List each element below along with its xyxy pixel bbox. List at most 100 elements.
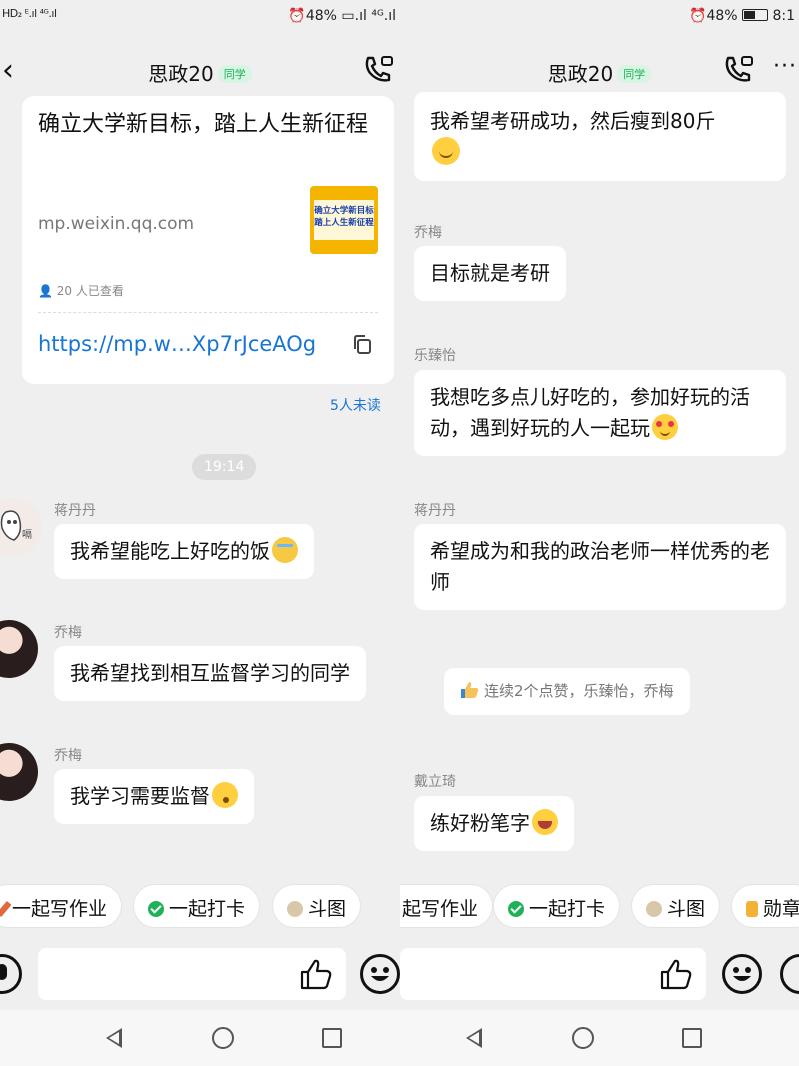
message-text: 我学习需要监督 xyxy=(70,784,210,808)
thumbs-up-icon[interactable] xyxy=(658,957,694,995)
nav-back-icon[interactable] xyxy=(466,1028,482,1048)
link-card-domain: mp.weixin.qq.com xyxy=(38,214,195,234)
message-bubble[interactable]: 希望成为和我的政治老师一样优秀的老师 xyxy=(414,524,786,610)
chip-label: 一起打卡 xyxy=(169,898,246,920)
message-sender: 蒋丹丹 xyxy=(54,503,96,519)
crying-emoji-icon xyxy=(272,537,298,563)
quick-action-medal[interactable]: 勋章 xyxy=(731,884,799,928)
quick-action-homework[interactable]: 一起写作业 xyxy=(0,884,123,928)
sticker-icon xyxy=(287,901,303,917)
message-sender: 蒋丹丹 xyxy=(414,503,456,519)
love-emoji-icon xyxy=(652,414,678,440)
link-card-views: 👤 20 人已查看 xyxy=(38,282,124,299)
chip-label: 勋章 xyxy=(763,898,799,920)
emoji-icon[interactable] xyxy=(722,954,762,994)
chip-label: 起写作业 xyxy=(402,898,479,920)
sticker-icon xyxy=(646,901,662,917)
person-icon: 👤 xyxy=(38,284,53,298)
message-sender: 乔梅 xyxy=(414,225,442,241)
thumbs-up-icon xyxy=(460,681,480,703)
right-chat-panel: ⏰48% 8:1 思政20 同学 ··· 我希望考研成功，然后瘦到80斤 乔梅 目… xyxy=(400,0,799,1066)
message-bubble[interactable]: 练好粉笔字 xyxy=(414,796,574,851)
copy-icon[interactable] xyxy=(352,334,374,360)
voice-icon[interactable] xyxy=(0,954,22,994)
quick-actions-bar: 一起写作业 一起打卡 斗图 xyxy=(0,876,400,938)
thumbs-up-icon[interactable] xyxy=(298,957,334,995)
emoji-icon[interactable] xyxy=(360,954,400,994)
link-url[interactable]: https://mp.w…Xp7rJceAOg xyxy=(38,332,316,356)
message-text: 目标就是考研 xyxy=(430,261,550,285)
status-bar: ⏰48% 8:1 xyxy=(400,0,799,32)
time-divider: 19:14 xyxy=(192,454,257,480)
link-card-title: 确立大学新目标，踏上人生新征程 xyxy=(38,112,369,137)
link-card[interactable]: 确立大学新目标，踏上人生新征程 mp.weixin.qq.com 确立大学新目标… xyxy=(22,96,394,384)
message-bubble[interactable]: 我希望找到相互监督学习的同学 xyxy=(54,646,366,701)
group-name: 思政20 xyxy=(148,62,214,86)
chat-title: 思政20 同学 xyxy=(0,58,400,87)
message-text: 我希望找到相互监督学习的同学 xyxy=(70,661,350,685)
message-sender: 乐臻怡 xyxy=(414,348,456,364)
phone-call-icon[interactable] xyxy=(362,54,396,90)
quick-actions-bar: 起写作业 一起打卡 斗图 勋章 xyxy=(400,876,799,938)
check-icon xyxy=(148,901,164,917)
status-right: ⏰48% 8:1 xyxy=(689,8,795,24)
phone-call-icon[interactable] xyxy=(722,54,756,90)
system-nav-bar xyxy=(0,1010,400,1066)
chip-label: 一起打卡 xyxy=(529,898,606,920)
quick-action-checkin[interactable]: 一起打卡 xyxy=(493,884,621,928)
input-bar xyxy=(0,938,400,1010)
message-sender: 乔梅 xyxy=(54,748,82,764)
message-text: 希望成为和我的政治老师一样优秀的老师 xyxy=(430,539,770,594)
left-chat-panel: HD₂ ᴱ.ıl ⁴ᴳ.ıl ⏰48% ▭.ıl ⁴ᴳ.ıl ‹ 思政20 同学 … xyxy=(0,0,400,1066)
message-bubble[interactable]: 我学习需要监督 xyxy=(54,769,254,824)
shush-emoji-icon xyxy=(212,782,238,808)
smile-emoji-icon xyxy=(432,137,460,165)
like-notice-text: 连续2个点赞，乐臻怡，乔梅 xyxy=(484,682,674,700)
chip-label: 一起写作业 xyxy=(12,898,108,920)
status-clock: 8:1 xyxy=(772,8,795,24)
quick-action-homework[interactable]: 起写作业 xyxy=(400,884,494,928)
nav-home-icon[interactable] xyxy=(572,1027,594,1049)
message-bubble[interactable]: 目标就是考研 xyxy=(414,246,566,301)
quick-action-checkin[interactable]: 一起打卡 xyxy=(133,884,261,928)
system-nav-bar xyxy=(400,1010,799,1066)
quick-action-sticker[interactable]: 斗图 xyxy=(631,884,721,928)
battery-icon xyxy=(742,9,769,21)
status-battery-text: ⏰48% xyxy=(689,8,743,24)
pencil-icon xyxy=(0,900,12,918)
avatar[interactable]: 嗝 xyxy=(0,498,42,556)
message-text: 我希望考研成功，然后瘦到80斤 xyxy=(430,109,716,133)
more-options-icon[interactable]: ··· xyxy=(773,54,797,79)
message-sender: 戴立琦 xyxy=(414,774,456,790)
nav-recent-apps-icon[interactable] xyxy=(682,1028,702,1048)
like-notice[interactable]: 连续2个点赞，乐臻怡，乔梅 xyxy=(444,668,690,715)
nav-recent-apps-icon[interactable] xyxy=(322,1028,342,1048)
chip-label: 斗图 xyxy=(308,898,347,920)
avatar[interactable] xyxy=(0,743,38,801)
chip-label: 斗图 xyxy=(667,898,706,920)
status-right-text: ⏰48% ▭.ıl ⁴ᴳ.ıl xyxy=(288,8,396,24)
group-badge: 同学 xyxy=(217,65,252,83)
message-text: 练好粉笔字 xyxy=(430,811,530,835)
message-bubble[interactable]: 我希望考研成功，然后瘦到80斤 xyxy=(414,92,786,181)
nav-home-icon[interactable] xyxy=(212,1027,234,1049)
message-bubble[interactable]: 我希望能吃上好吃的饭 xyxy=(54,524,314,579)
avatar[interactable] xyxy=(0,620,38,678)
status-bar: HD₂ ᴱ.ıl ⁴ᴳ.ıl ⏰48% ▭.ıl ⁴ᴳ.ıl xyxy=(0,0,400,32)
svg-text:嗝: 嗝 xyxy=(22,529,32,541)
link-card-thumbnail: 确立大学新目标 踏上人生新征程 xyxy=(310,186,378,254)
input-bar xyxy=(400,938,799,1010)
nav-back-icon[interactable] xyxy=(106,1028,122,1048)
laughing-emoji-icon xyxy=(532,809,558,835)
check-icon xyxy=(508,901,524,917)
unread-count[interactable]: 5人未读 xyxy=(330,395,381,415)
thumbnail-text: 确立大学新目标 踏上人生新征程 xyxy=(314,200,374,240)
add-more-icon[interactable] xyxy=(780,954,799,994)
views-count: 20 人已查看 xyxy=(56,284,124,298)
group-badge: 同学 xyxy=(617,65,652,83)
message-bubble[interactable]: 我想吃多点儿好吃的，参加好玩的活动，遇到好玩的人一起玩 xyxy=(414,370,786,456)
group-name: 思政20 xyxy=(547,62,614,86)
card-divider xyxy=(38,312,378,313)
message-text: 我希望能吃上好吃的饭 xyxy=(70,539,270,563)
quick-action-sticker[interactable]: 斗图 xyxy=(272,884,362,928)
